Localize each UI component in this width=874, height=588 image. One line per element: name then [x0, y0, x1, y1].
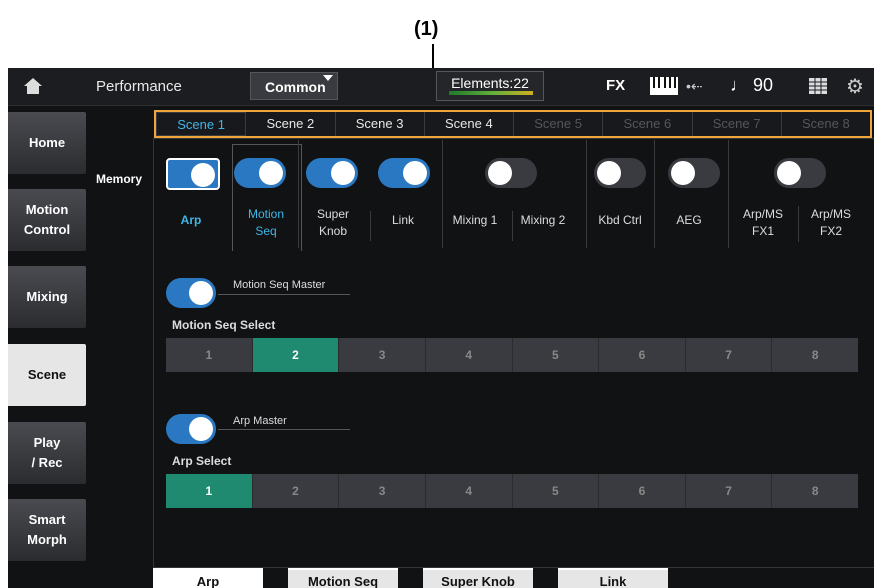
sidebar-item-home[interactable]: Home: [8, 112, 86, 174]
kbd-ctrl-memory-toggle[interactable]: [594, 158, 646, 188]
scene-tabs: Scene 1 Scene 2 Scene 3 Scene 4 Scene 5 …: [154, 110, 872, 138]
chevron-down-icon: [323, 75, 333, 81]
arp-option-2[interactable]: 2: [253, 474, 340, 508]
page-title: Performance: [96, 78, 182, 95]
tab-scene-4[interactable]: Scene 4: [425, 112, 514, 136]
elements-meter[interactable]: Elements:22: [436, 71, 544, 101]
arp-master-toggle[interactable]: [166, 414, 216, 444]
mixing-memory-toggle[interactable]: [485, 158, 537, 188]
grid-icon[interactable]: [809, 78, 827, 94]
arp-option-4[interactable]: 4: [426, 474, 513, 508]
tab-super-knob[interactable]: Super Knob: [423, 568, 533, 588]
usb-icon: •⇠: [686, 78, 703, 94]
link-memory-toggle[interactable]: [378, 158, 430, 188]
arp-option-6[interactable]: 6: [599, 474, 686, 508]
sidebar-item-motion-control[interactable]: Motion Control: [8, 189, 86, 251]
elements-count: Elements:22: [451, 75, 529, 91]
toggle-knob: [331, 161, 355, 185]
part-select-dropdown[interactable]: Common: [250, 72, 338, 100]
memory-label: Memory: [96, 172, 143, 186]
toggle-knob: [488, 161, 512, 185]
motion-seq-option-8[interactable]: 8: [772, 338, 858, 372]
mixing-1-memory-label: Mixing 1: [452, 213, 498, 227]
motion-seq-memory-toggle[interactable]: [234, 158, 286, 188]
link-memory-label: Link: [391, 213, 414, 227]
toggle-knob: [597, 161, 621, 185]
super-knob-memory-toggle[interactable]: [306, 158, 358, 188]
arp-memory-toggle[interactable]: [166, 158, 220, 190]
sidebar-item-smart-morph[interactable]: Smart Morph: [8, 499, 86, 561]
sidebar: Home Motion Control Mixing Scene Play / …: [8, 106, 88, 588]
motion-seq-select: 1 2 3 4 5 6 7 8: [166, 338, 858, 372]
aeg-memory-toggle[interactable]: [668, 158, 720, 188]
motion-seq-option-4[interactable]: 4: [426, 338, 513, 372]
aeg-memory-label: AEG: [676, 213, 702, 227]
motion-seq-select-label: Motion Seq Select: [172, 318, 276, 332]
motion-seq-option-1[interactable]: 1: [166, 338, 253, 372]
toggle-knob: [189, 281, 213, 305]
top-bar: Performance Common Elements:22 FX •⇠ ♩ 9…: [8, 68, 874, 106]
motion-seq-memory-label: Motion Seq: [247, 207, 285, 238]
tab-scene-6[interactable]: Scene 6: [603, 112, 693, 136]
divider: [218, 429, 350, 430]
toggle-knob: [189, 417, 213, 441]
motion-seq-option-5[interactable]: 5: [513, 338, 600, 372]
divider: [586, 140, 587, 248]
tab-scene-2[interactable]: Scene 2: [246, 112, 336, 136]
divider: [654, 140, 655, 248]
arp-ms-fx-memory-toggle[interactable]: [774, 158, 826, 188]
tab-link[interactable]: Link: [558, 568, 668, 588]
callout-label: (1): [414, 18, 439, 40]
arp-option-3[interactable]: 3: [339, 474, 426, 508]
toggle-knob: [191, 163, 215, 187]
arp-option-8[interactable]: 8: [772, 474, 858, 508]
gear-icon[interactable]: ⚙: [846, 74, 864, 99]
kbd-ctrl-memory-label: Kbd Ctrl: [598, 213, 642, 227]
part-select-label: Common: [265, 79, 326, 95]
toggle-knob: [777, 161, 801, 185]
level-meter: [449, 91, 533, 95]
synth-screen: Performance Common Elements:22 FX •⇠ ♩ 9…: [8, 68, 874, 588]
tab-scene-1[interactable]: Scene 1: [156, 112, 247, 136]
tab-scene-8[interactable]: Scene 8: [782, 112, 870, 136]
super-knob-memory-label: Super Knob: [316, 207, 350, 238]
arp-option-7[interactable]: 7: [686, 474, 773, 508]
motion-seq-option-7[interactable]: 7: [686, 338, 773, 372]
arp-ms-fx1-memory-label: Arp/MS FX1: [742, 207, 783, 238]
toggle-knob: [259, 161, 283, 185]
tab-scene-5[interactable]: Scene 5: [514, 112, 604, 136]
bottom-tabs: Arp Motion Seq Super Knob Link: [153, 568, 693, 588]
toggle-knob: [403, 161, 427, 185]
arp-ms-fx2-memory-label: Arp/MS FX2: [810, 207, 851, 238]
tab-arp[interactable]: Arp: [153, 568, 263, 588]
home-icon[interactable]: [24, 78, 42, 94]
motion-seq-master-toggle[interactable]: [166, 278, 216, 308]
divider: [218, 294, 350, 295]
sidebar-item-scene[interactable]: Scene: [8, 344, 86, 406]
divider: [442, 140, 443, 248]
mixing-2-memory-label: Mixing 2: [520, 213, 566, 227]
arp-memory-label: Arp: [180, 213, 202, 227]
motion-seq-master-label: Motion Seq Master: [233, 279, 326, 291]
tab-scene-3[interactable]: Scene 3: [336, 112, 425, 136]
motion-seq-option-6[interactable]: 6: [599, 338, 686, 372]
keyboard-icon: [650, 77, 678, 95]
arp-select-label: Arp Select: [172, 454, 232, 468]
tab-scene-7[interactable]: Scene 7: [693, 112, 782, 136]
tab-motion-seq[interactable]: Motion Seq: [288, 568, 398, 588]
motion-seq-option-2[interactable]: 2: [252, 338, 340, 372]
arp-option-1[interactable]: 1: [166, 474, 253, 508]
arp-select: 1 2 3 4 5 6 7 8: [166, 474, 858, 508]
motion-seq-option-3[interactable]: 3: [339, 338, 426, 372]
fx-indicator[interactable]: FX: [606, 77, 625, 94]
tempo-display[interactable]: ♩ 90: [730, 75, 773, 96]
toggle-knob: [671, 161, 695, 185]
arp-option-5[interactable]: 5: [513, 474, 600, 508]
sidebar-item-mixing[interactable]: Mixing: [8, 266, 86, 328]
arp-master-label: Arp Master: [233, 415, 287, 427]
sidebar-item-play-rec[interactable]: Play / Rec: [8, 422, 86, 484]
